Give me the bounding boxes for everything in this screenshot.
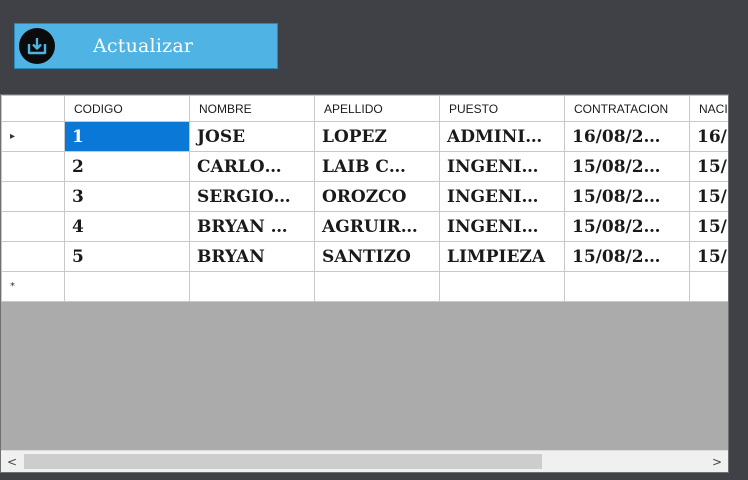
table-cell[interactable]: CARLO… [189,151,315,182]
table-cell[interactable]: 4 [64,211,190,242]
table-cell[interactable]: 5 [64,241,190,272]
table-cell[interactable]: 15/ [689,211,728,242]
column-header-puesto[interactable]: PUESTO [439,95,565,122]
row-header[interactable] [1,241,65,272]
table-cell[interactable]: 15/ [689,181,728,212]
table-cell[interactable]: INGENI… [439,211,565,242]
table-cell[interactable]: 15/ [689,151,728,182]
table-cell[interactable]: 15/08/2… [564,181,690,212]
table-cell[interactable]: AGRUIR… [314,211,440,242]
row-header[interactable] [1,151,65,182]
table-cell[interactable] [689,271,728,302]
grid-corner-cell[interactable] [1,95,65,122]
table-row: ▸ 1 JOSE LOPEZ ADMINI… 16/08/2… 16/ [1,121,728,152]
scrollbar-thumb[interactable] [24,454,542,469]
column-header-contratacion[interactable]: CONTRATACION [564,95,690,122]
grid-viewport: CODIGO NOMBRE APELLIDO PUESTO CONTRATACI… [1,95,728,450]
table-cell[interactable] [64,271,190,302]
table-cell[interactable]: 15/08/2… [564,211,690,242]
column-header-nombre[interactable]: NOMBRE [189,95,315,122]
refresh-button-label: Actualizar [93,35,194,57]
table-cell[interactable] [564,271,690,302]
table-cell[interactable]: LIMPIEZA [439,241,565,272]
employees-table: CODIGO NOMBRE APELLIDO PUESTO CONTRATACI… [1,95,728,302]
row-header-current[interactable]: ▸ [1,121,65,152]
table-cell[interactable]: ADMINI… [439,121,565,152]
table-cell[interactable]: JOSE [189,121,315,152]
table-cell[interactable]: LOPEZ [314,121,440,152]
table-row: 2 CARLO… LAIB C… INGENI… 15/08/2… 15/ [1,151,728,182]
column-header-nacimiento[interactable]: NACI [689,95,728,122]
table-cell[interactable]: 2 [64,151,190,182]
table-cell[interactable]: 15/08/2… [564,241,690,272]
table-cell[interactable]: INGENI… [439,151,565,182]
table-row: 3 SERGIO… OROZCO INGENI… 15/08/2… 15/ [1,181,728,212]
table-cell[interactable]: 1 [64,121,190,152]
new-row: * [1,271,728,302]
table-cell[interactable]: 16/08/2… [564,121,690,152]
row-header[interactable] [1,181,65,212]
table-cell[interactable] [314,271,440,302]
table-cell[interactable]: INGENI… [439,181,565,212]
scroll-right-icon[interactable]: > [706,451,728,472]
table-cell[interactable]: SERGIO… [189,181,315,212]
table-row: 4 BRYAN … AGRUIR… INGENI… 15/08/2… 15/ [1,211,728,242]
table-cell[interactable]: BRYAN [189,241,315,272]
column-header-codigo[interactable]: CODIGO [64,95,190,122]
horizontal-scrollbar[interactable]: < > [1,450,728,472]
table-cell[interactable]: 3 [64,181,190,212]
scroll-left-icon[interactable]: < [1,451,23,472]
employees-data-grid[interactable]: CODIGO NOMBRE APELLIDO PUESTO CONTRATACI… [0,94,729,473]
download-tray-icon [19,28,55,64]
table-cell[interactable]: 16/ [689,121,728,152]
table-cell[interactable] [439,271,565,302]
refresh-button[interactable]: Actualizar [14,23,278,69]
table-cell[interactable]: 15/08/2… [564,151,690,182]
row-header[interactable] [1,211,65,242]
table-row: 5 BRYAN SANTIZO LIMPIEZA 15/08/2… 15/ [1,241,728,272]
table-cell[interactable]: LAIB C… [314,151,440,182]
table-cell[interactable]: 15/ [689,241,728,272]
table-cell[interactable]: OROZCO [314,181,440,212]
row-header-new[interactable]: * [1,271,65,302]
table-cell[interactable] [189,271,315,302]
table-cell[interactable]: BRYAN … [189,211,315,242]
header-row: CODIGO NOMBRE APELLIDO PUESTO CONTRATACI… [1,95,728,122]
column-header-apellido[interactable]: APELLIDO [314,95,440,122]
table-cell[interactable]: SANTIZO [314,241,440,272]
